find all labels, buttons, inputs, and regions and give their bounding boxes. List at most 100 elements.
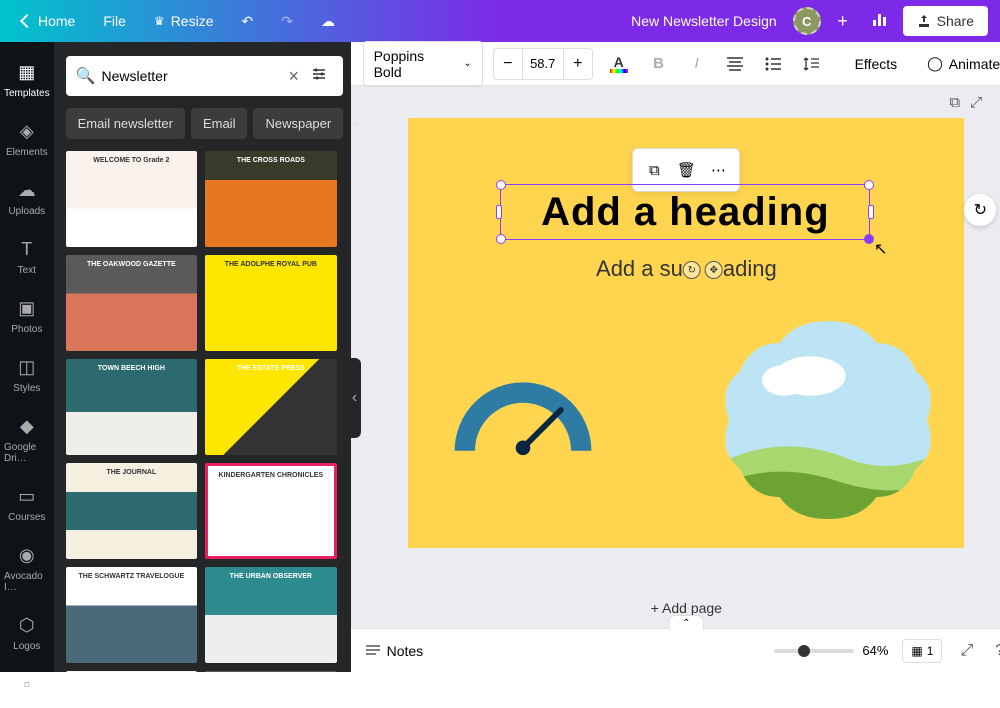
template-thumbnail[interactable]: WELCOME TO Grade 2 <box>66 151 198 247</box>
chip-email[interactable]: Email <box>191 108 248 139</box>
rail-item-google-dri-[interactable]: ◆Google Dri… <box>0 406 54 472</box>
file-button[interactable]: File <box>93 7 136 35</box>
alignment-button[interactable] <box>721 51 749 77</box>
collapse-bottombar-button[interactable]: ⌃ <box>669 615 703 631</box>
resize-handle[interactable] <box>496 205 502 219</box>
align-icon <box>727 57 743 71</box>
more-element-button[interactable]: ⋯ <box>703 155 733 185</box>
rail-item-logos[interactable]: ⬡ Logos <box>0 605 54 660</box>
help-button[interactable]: ? <box>991 638 1000 664</box>
template-title: THE CROSS ROADS <box>205 157 337 164</box>
user-avatar[interactable]: C <box>793 7 821 35</box>
increase-size-button[interactable]: + <box>564 49 592 79</box>
rail-item-styles[interactable]: ◫Styles <box>0 347 54 402</box>
template-thumbnail[interactable]: THE OAKWOOD GAZETTE <box>66 255 198 351</box>
rail-item-more[interactable]: ▫ <box>0 664 54 708</box>
home-button[interactable]: Home <box>12 7 85 35</box>
resize-handle[interactable] <box>496 234 506 244</box>
animate-label: Animate <box>949 56 1000 72</box>
notes-button[interactable]: Notes <box>365 643 424 659</box>
zoom-thumb[interactable] <box>798 645 810 657</box>
chip-email-newsletter[interactable]: Email newsletter <box>66 108 185 139</box>
template-thumbnail[interactable]: TOWN BEECH HIGH <box>66 359 198 455</box>
subheading-text[interactable]: Add a su↻✥ading <box>596 256 777 282</box>
notes-label: Notes <box>387 643 424 659</box>
bar-chart-icon <box>871 10 889 28</box>
templates-panel: 🔍 × Email newsletterEmailNewspaper› WELC… <box>54 42 351 672</box>
italic-button[interactable]: I <box>683 49 711 78</box>
rail-icon: ▦ <box>15 60 39 84</box>
share-button[interactable]: Share <box>903 6 988 36</box>
text-color-button[interactable]: A <box>603 49 635 79</box>
clear-search-button[interactable]: × <box>289 66 300 87</box>
zoom-control: 64% <box>774 643 888 658</box>
zoom-slider[interactable] <box>774 649 854 653</box>
rail-label: Logos <box>13 641 40 652</box>
font-size-input[interactable] <box>522 49 564 79</box>
resize-handle[interactable] <box>496 180 506 190</box>
top-bar: Home File ♛ Resize ↶ ↷ ☁ New Newsletter … <box>0 0 1000 42</box>
gauge-graphic[interactable] <box>448 378 598 458</box>
rail-label: Google Dri… <box>4 442 50 464</box>
search-settings-button[interactable] <box>305 60 333 93</box>
rail-label: Text <box>18 265 36 276</box>
add-collaborator-button[interactable]: + <box>829 7 857 35</box>
template-title: KINDERGARTEN CHRONICLES <box>208 472 334 479</box>
font-select[interactable]: Poppins Bold ⌄ <box>363 41 483 87</box>
template-thumbnail[interactable]: THE CROSS ROADS <box>205 151 337 247</box>
chip-newspaper[interactable]: Newspaper <box>253 108 343 139</box>
spacing-button[interactable] <box>797 50 825 78</box>
landscape-graphic[interactable] <box>718 310 938 530</box>
effects-button[interactable]: Effects <box>845 50 908 78</box>
rail-item-photos[interactable]: ▣Photos <box>0 288 54 343</box>
rail-label: Uploads <box>8 206 45 217</box>
rail-icon: T <box>15 237 39 261</box>
template-thumbnail[interactable]: THE ADOLPHE ROYAL PUB <box>205 255 337 351</box>
duplicate-element-button[interactable]: ⧉ <box>639 155 669 185</box>
rotate-handle[interactable] <box>864 234 874 244</box>
page-actions: ⧉ ⤢ <box>351 86 1000 118</box>
resize-button[interactable]: ♛ Resize <box>144 7 224 35</box>
rail-label: Courses <box>8 512 45 523</box>
animate-button[interactable]: ◯ Animate <box>917 49 1000 78</box>
rail-item-courses[interactable]: ▭Courses <box>0 476 54 531</box>
redo-button[interactable]: ↷ <box>271 7 303 36</box>
undo-button[interactable]: ↶ <box>231 7 263 36</box>
template-thumbnail[interactable]: THE SCHWARTZ TRAVELOGUE <box>66 567 198 663</box>
rail-item-uploads[interactable]: ☁Uploads <box>0 170 54 225</box>
search-input[interactable] <box>96 68 289 84</box>
fullscreen-button[interactable]: ⤢ <box>956 638 977 664</box>
page-canvas[interactable]: ⧉ 🗑 ⋯ Add a heading ↖ Add a su↻✥ading <box>408 118 964 548</box>
decrease-size-button[interactable]: − <box>494 49 522 79</box>
regenerate-button[interactable]: ↻ <box>964 194 996 226</box>
move-icon[interactable]: ✥ <box>705 261 723 279</box>
zoom-value[interactable]: 64% <box>862 643 888 658</box>
template-thumbnail[interactable]: THE JOURNAL <box>66 463 198 559</box>
page-indicator[interactable]: ▦ 1 <box>902 639 942 663</box>
document-title[interactable]: New Newsletter Design <box>631 13 777 29</box>
list-button[interactable] <box>759 51 787 77</box>
cloud-sync-icon[interactable]: ☁ <box>311 7 345 36</box>
rail-icon: ⬡ <box>15 613 39 637</box>
resize-handle[interactable] <box>868 205 874 219</box>
expand-page-button[interactable]: ⤢ <box>970 94 982 111</box>
rail-label: Avocado I… <box>4 571 50 593</box>
rail-item-elements[interactable]: ◈Elements <box>0 111 54 166</box>
heading-text-box[interactable]: Add a heading ↖ <box>500 184 870 240</box>
analytics-button[interactable] <box>865 4 895 39</box>
grid-icon: ▦ <box>911 644 922 658</box>
duplicate-page-button[interactable]: ⧉ <box>949 94 960 111</box>
search-icon: 🔍 <box>76 66 96 86</box>
search-box[interactable]: 🔍 × <box>66 56 343 96</box>
rail-item-avocado-i-[interactable]: ◉Avocado I… <box>0 535 54 601</box>
template-thumbnail[interactable]: THE URBAN OBSERVER <box>205 567 337 663</box>
rotate-icon[interactable]: ↻ <box>683 261 701 279</box>
rail-label: Templates <box>4 88 50 99</box>
rail-item-templates[interactable]: ▦ Templates <box>0 52 54 107</box>
template-thumbnail[interactable]: KINDERGARTEN CHRONICLES <box>205 463 337 559</box>
bold-button[interactable]: B <box>645 49 673 78</box>
rail-item-text[interactable]: T Text <box>0 229 54 284</box>
template-thumbnail[interactable]: THE ESTATE PRESS <box>205 359 337 455</box>
resize-handle[interactable] <box>864 180 874 190</box>
delete-element-button[interactable]: 🗑 <box>671 155 701 185</box>
